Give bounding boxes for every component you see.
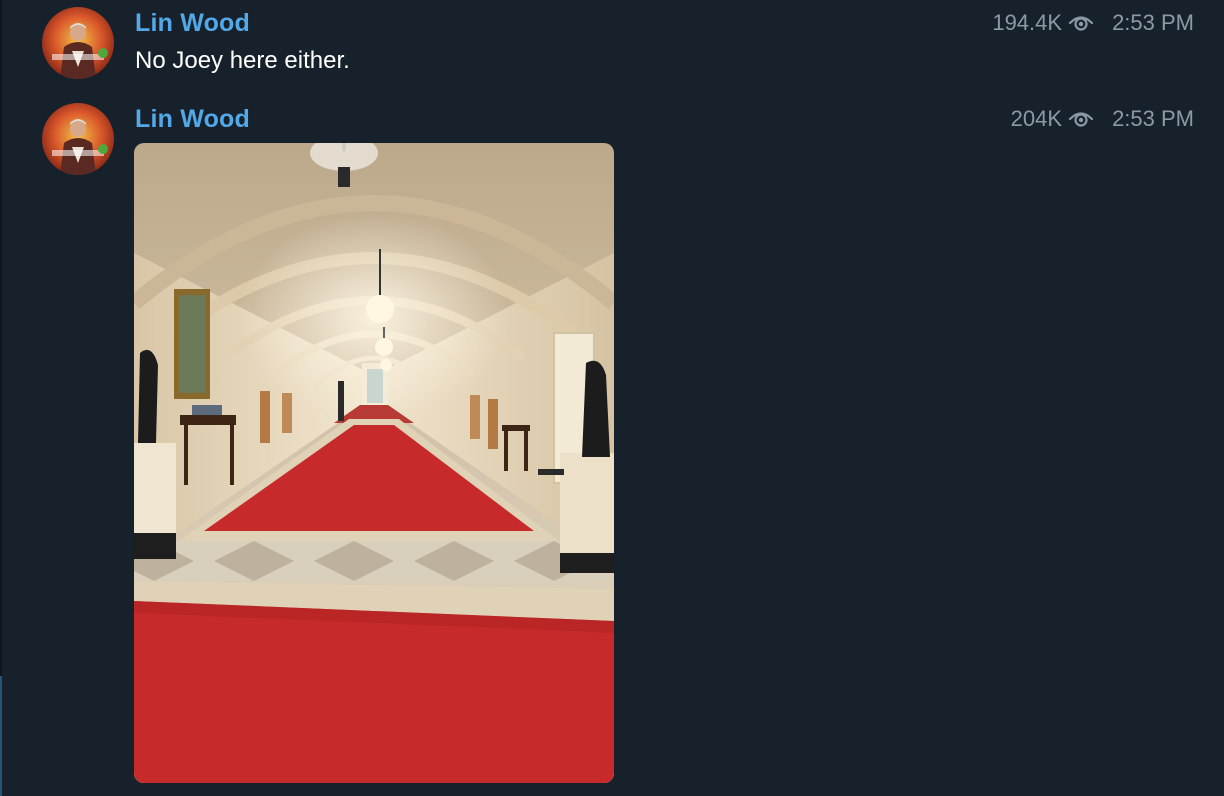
hallway-photo: [134, 143, 614, 783]
message-text: No Joey here either.: [135, 47, 350, 74]
message-meta: 194.4K 2:53 PM: [992, 10, 1194, 36]
message-time: 2:53 PM: [1112, 106, 1194, 131]
sender-name[interactable]: Lin Wood: [135, 105, 250, 134]
message-time: 2:53 PM: [1112, 10, 1194, 35]
message-item: Lin Wood 194.4K 2:53 PM No Joey here eit…: [0, 0, 1224, 96]
profile-photo-icon: [42, 7, 114, 79]
profile-photo-icon: [42, 103, 114, 175]
eye-icon: [1068, 13, 1094, 33]
photo-attachment[interactable]: [134, 143, 614, 783]
view-count: 204K: [1010, 106, 1063, 131]
sender-name[interactable]: Lin Wood: [135, 9, 250, 38]
avatar[interactable]: [42, 7, 114, 79]
message-meta: 204K 2:53 PM: [1011, 106, 1194, 132]
view-count: 194.4K: [992, 10, 1063, 35]
eye-icon: [1068, 109, 1094, 129]
chat-window: Lin Wood 194.4K 2:53 PM No Joey here eit…: [0, 0, 1224, 796]
avatar[interactable]: [42, 103, 114, 175]
